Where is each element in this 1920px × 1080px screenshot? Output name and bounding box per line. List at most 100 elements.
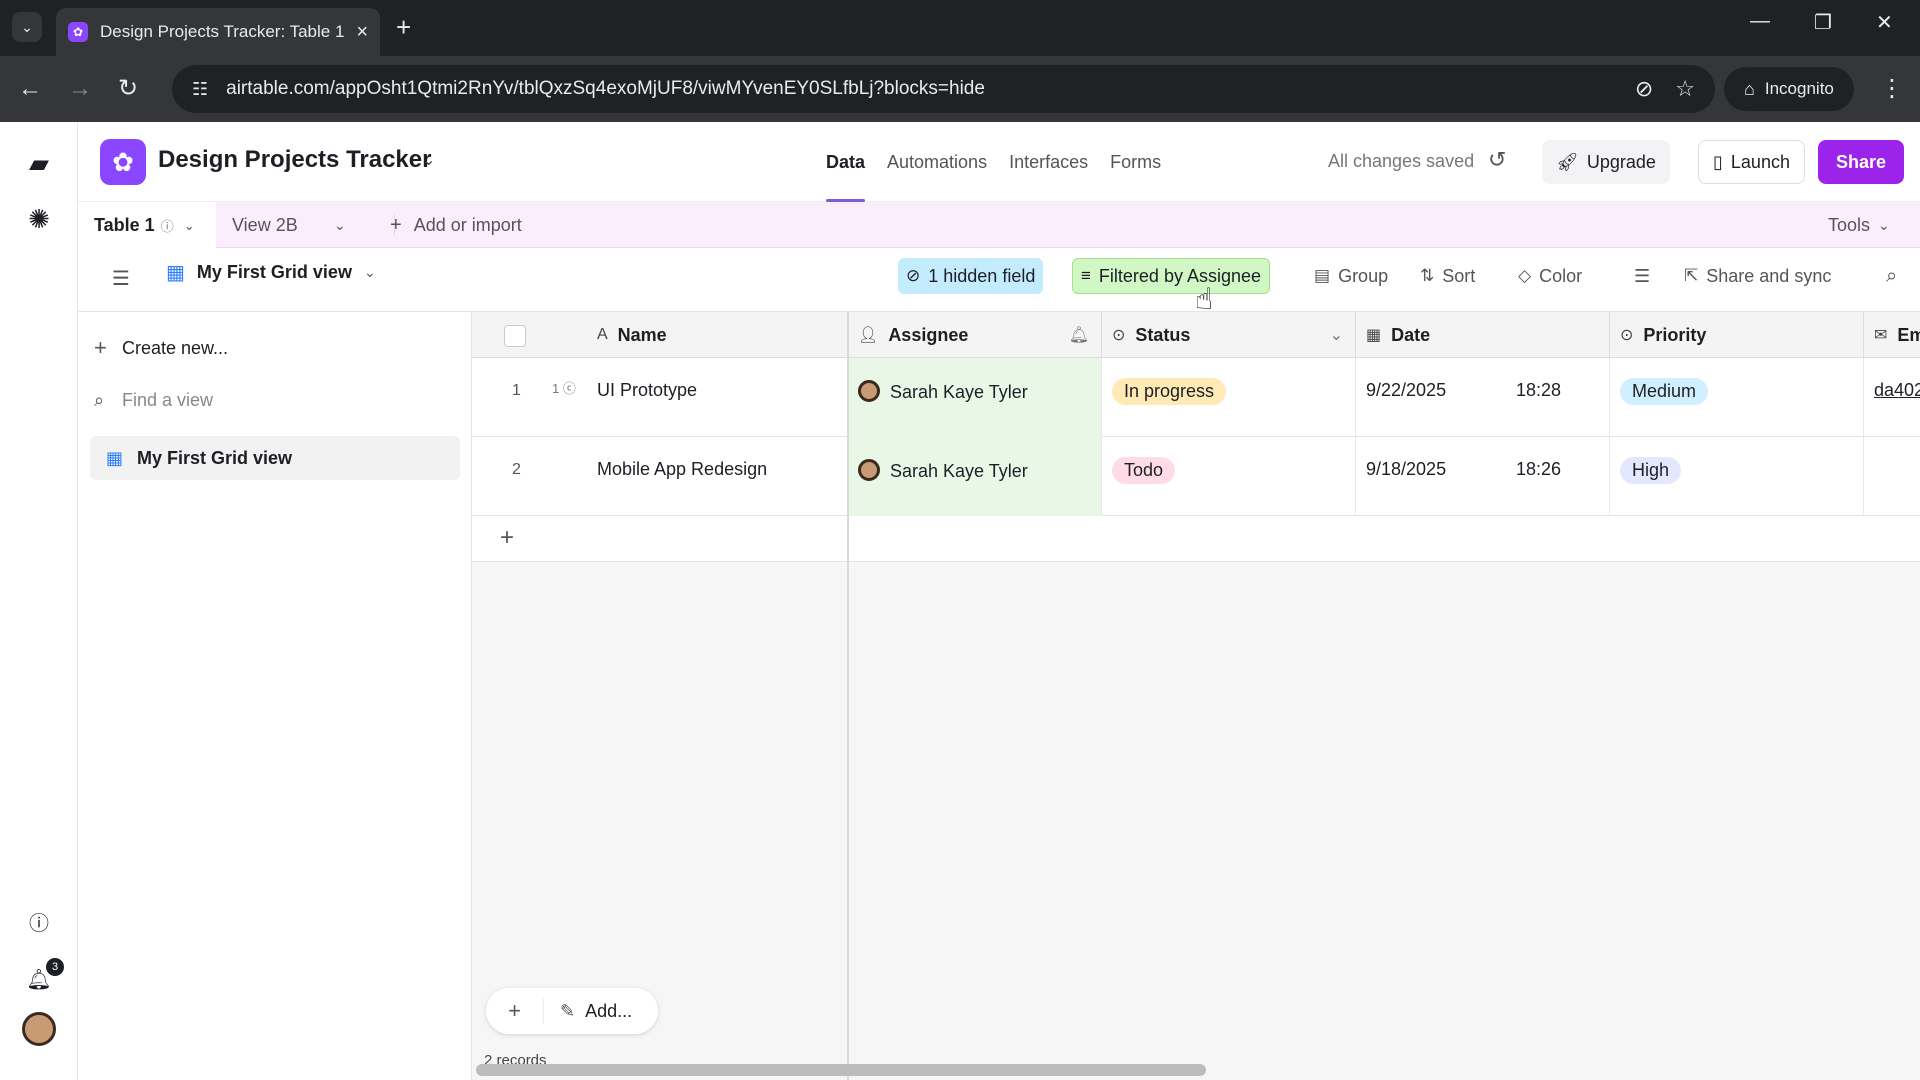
cell-date[interactable]: 9/22/2025 18:28 [1356,358,1610,437]
cell-status[interactable]: Todo [1102,437,1356,516]
cell-assignee[interactable]: Sarah Kaye Tyler [848,358,1102,437]
tab-close-icon[interactable]: × [356,21,368,44]
hamburger-menu-icon[interactable]: ☰ [112,266,130,291]
history-icon[interactable]: ↺ [1488,147,1506,173]
browser-menu-icon[interactable]: ⋮ [1880,74,1904,103]
table-row[interactable]: 1 1 ⓒ UI Prototype Sarah Kaye Tyler In p… [472,358,1920,437]
launch-label: Launch [1730,151,1790,172]
nav-interfaces[interactable]: Interfaces [1009,122,1088,202]
hand-pointer-icon: ☝ [1195,283,1214,316]
filter-button[interactable]: ≡ Filtered by Assignee [1072,258,1271,294]
table-tab-table-1[interactable]: Table 1 ⓘ ⌄ [78,202,216,249]
column-status-label: Status [1135,324,1191,345]
view-switcher[interactable]: ▦ My First Grid view ⌄ [166,260,376,285]
chevron-down-icon: ⌄ [363,264,376,280]
column-name[interactable]: A Name [587,312,848,358]
browser-tab[interactable]: ✿ Design Projects Tracker: Table 1 × [56,8,380,56]
cell-priority[interactable]: High [1610,437,1864,516]
column-date[interactable]: ▦ Date [1356,312,1610,358]
add-record-button[interactable]: + ✎ Add... [486,988,658,1034]
calendar-icon: ▦ [1366,327,1382,344]
chevron-down-icon[interactable]: ⌄ [334,202,346,248]
site-settings-icon[interactable]: ☷ [192,79,208,100]
share-sync-icon: ⇱ [1684,266,1699,285]
column-assignee[interactable]: 👤︎ Assignee 🔔︎ [848,312,1102,358]
restore-icon[interactable]: ❐ [1814,10,1832,35]
add-record-row[interactable]: + [472,516,1920,562]
cell-date[interactable]: 9/18/2025 18:26 [1356,437,1610,516]
upgrade-button[interactable]: 🚀︎ Upgrade [1542,140,1670,184]
nav-forms[interactable]: Forms [1110,122,1161,202]
sidebar-view-my-first-grid-view[interactable]: ▦ My First Grid view [90,436,460,480]
chevron-down-icon[interactable]: ⌄ [1330,325,1343,345]
user-field-icon: 👤︎ [858,327,879,344]
add-or-import-label: Add or import [413,214,522,235]
column-email-label: Em [1897,324,1920,345]
search-icon[interactable]: ⌕ [1878,258,1905,294]
comment-count-icon[interactable]: 1 ⓒ [552,378,576,397]
cell-assignee[interactable]: Sarah Kaye Tyler [848,437,1102,516]
omni-icon[interactable]: ✺ [20,200,58,238]
help-icon[interactable]: ⓘ [20,902,58,940]
airtable-app: ▰ ✺ ⓘ 🔔︎ 3 ✿ Design Projects Tracker ⌄ D… [0,122,1920,1080]
incognito-badge[interactable]: ⌂ Incognito [1724,67,1854,111]
cell-name[interactable]: UI Prototype [587,358,848,437]
chevron-down-icon[interactable]: ⌄ [184,218,195,234]
table-tab-view-2b[interactable]: View 2B [232,202,298,248]
time-value: 18:28 [1516,380,1562,400]
color-button[interactable]: ◇ Color [1510,258,1590,294]
close-window-icon[interactable]: ✕ [1876,10,1893,35]
chevron-down-icon[interactable]: ⌄ [422,150,435,170]
tab-search-icon[interactable]: ⌄ [12,12,42,42]
frozen-column-divider[interactable] [847,312,849,1080]
cell-email[interactable] [1864,437,1920,516]
sort-button[interactable]: ⇅ Sort [1412,258,1483,294]
create-new-button[interactable]: + Create new... [94,328,228,368]
forward-icon[interactable]: → [68,74,92,104]
eye-off-icon[interactable]: ⊘ [1635,76,1653,102]
base-icon[interactable]: ✿ [100,139,146,185]
hidden-field-label: 1 hidden field [928,265,1036,286]
nav-data[interactable]: Data [826,122,866,202]
horizontal-scrollbar[interactable] [476,1064,1206,1076]
address-bar[interactable]: ☷ airtable.com/appOsht1Qtmi2RnYv/tblQxzS… [172,65,1715,113]
add-label[interactable]: Add... [585,1001,632,1022]
cell-email[interactable]: da402 [1864,358,1920,437]
assignee-name: Sarah Kaye Tyler [890,461,1028,481]
minimize-icon[interactable]: — [1750,10,1770,33]
account-avatar[interactable] [22,1012,56,1046]
email-link[interactable]: da402 [1874,380,1920,400]
tools-button[interactable]: Tools ⌄ [1828,202,1890,248]
plus-icon[interactable]: + [486,998,544,1024]
column-status[interactable]: ⊙ Status ⌄ [1102,312,1356,358]
tools-label: Tools [1828,214,1871,235]
add-or-import-button[interactable]: + Add or import [390,202,522,248]
hidden-fields-button[interactable]: ⊘ 1 hidden field [898,258,1044,294]
find-view-input[interactable]: ⌕ Find a view [94,380,213,420]
cell-name[interactable]: Mobile App Redesign [587,437,848,516]
new-tab-icon[interactable]: + [396,12,411,42]
bookmark-star-icon[interactable]: ☆ [1675,76,1695,102]
group-button[interactable]: ▤ Group [1306,258,1396,294]
table-row[interactable]: 2 Mobile App Redesign Sarah Kaye Tyler T… [472,437,1920,516]
launch-button[interactable]: ▯ Launch [1698,140,1805,184]
share-button[interactable]: Share [1818,140,1905,184]
bell-icon[interactable]: 🔔︎ [1069,325,1089,345]
avatar [858,380,880,402]
view-bar: ☰ ▦ My First Grid view ⌄ ⊘ 1 hidden fiel… [78,248,1920,312]
column-email[interactable]: ✉ Em [1864,312,1920,358]
nav-automations[interactable]: Automations [887,122,987,202]
back-icon[interactable]: ← [18,74,42,104]
cell-priority[interactable]: Medium [1610,358,1864,437]
info-icon[interactable]: ⓘ [161,216,174,235]
select-all-checkbox[interactable] [504,325,526,347]
share-and-sync-button[interactable]: ⇱ Share and sync [1676,258,1839,294]
column-priority[interactable]: ⊙ Priority [1610,312,1864,358]
home-logo-icon[interactable]: ▰ [20,144,58,182]
base-title[interactable]: Design Projects Tracker [158,146,431,174]
share-sync-label: Share and sync [1706,265,1832,286]
reload-icon[interactable]: ↻ [118,74,138,104]
row-height-button[interactable]: ☰ [1626,258,1658,294]
cell-status[interactable]: In progress [1102,358,1356,437]
grid-header: A Name 👤︎ Assignee 🔔︎ ⊙ Status ⌄ ▦ Date … [472,312,1920,358]
